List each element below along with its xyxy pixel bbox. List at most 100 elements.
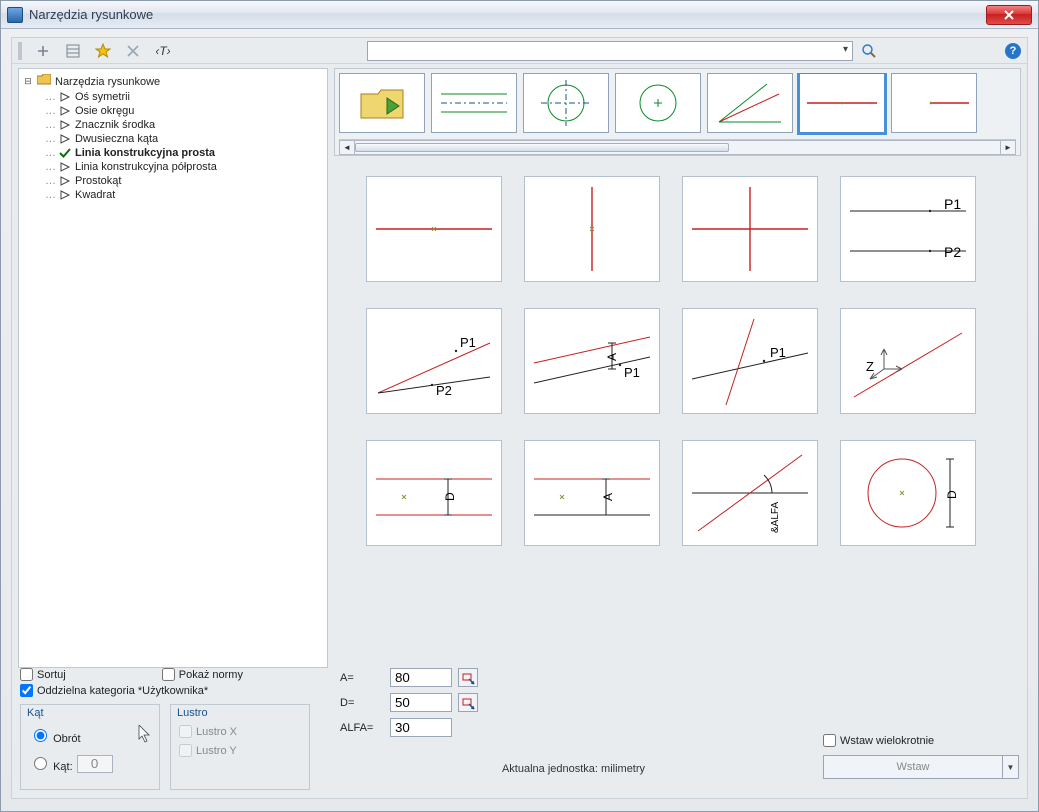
thumb-bisector[interactable] — [707, 73, 793, 133]
add-button[interactable] — [34, 42, 52, 60]
tree-item[interactable]: …Linia konstrukcyjna półprosta — [21, 160, 325, 174]
help-button[interactable]: ? — [1005, 43, 1021, 59]
variant-z-coord[interactable]: Z — [840, 308, 976, 414]
tree-item[interactable]: … Prostokąt — [21, 174, 325, 188]
scroll-right[interactable]: ► — [1000, 140, 1016, 155]
variant-alfa-angle[interactable]: &ALFA — [682, 440, 818, 546]
thumb-circle-axes[interactable] — [523, 73, 609, 133]
delete-button[interactable] — [124, 42, 142, 60]
tree-item[interactable]: …Linia konstrukcyjna prosta — [21, 146, 325, 160]
mirror-x-checkbox[interactable]: Lustro X — [179, 725, 301, 738]
tree-item[interactable]: …Kwadrat — [21, 188, 325, 202]
svg-text:P2: P2 — [436, 383, 452, 398]
rotate-radio[interactable]: Obrót — [29, 726, 81, 745]
bottom-panel: Sortuj Pokaż normy Oddzielna kategoria *… — [12, 668, 1027, 798]
thumb-half-line[interactable] — [891, 73, 977, 133]
angle-legend: Kąt — [27, 707, 151, 719]
tree-root[interactable]: ⊟ Narzędzia rysunkowe — [21, 73, 325, 90]
param-a-input[interactable] — [390, 668, 452, 687]
variant-two-parallel[interactable]: P1 P2 — [840, 176, 976, 282]
variant-angle-two-points[interactable]: P1 P2 — [366, 308, 502, 414]
triangle-icon — [59, 175, 71, 187]
variant-grid: P1 P2 P1 P2 — [366, 176, 989, 546]
thumb-center-marker[interactable] — [615, 73, 701, 133]
scroll-left[interactable]: ◄ — [339, 140, 355, 155]
thumb-up-folder[interactable] — [339, 73, 425, 133]
tree-panel[interactable]: ⊟ Narzędzia rysunkowe … Oś symetrii … Osie … — [18, 68, 328, 668]
scroll-track[interactable] — [355, 140, 1000, 155]
angle-input[interactable] — [77, 755, 113, 773]
thumb-construction-line[interactable] — [799, 73, 885, 133]
param-alfa-input[interactable] — [390, 718, 452, 737]
left-options: Sortuj Pokaż normy Oddzielna kategoria *… — [20, 668, 324, 790]
check-icon — [59, 147, 71, 159]
param-d-input[interactable] — [390, 693, 452, 712]
variant-horizontal[interactable] — [366, 176, 502, 282]
window-title: Narzędzia rysunkowe — [29, 7, 986, 22]
toolbar: ‹T› ? — [12, 38, 1027, 64]
tree-dots: … — [45, 91, 55, 103]
variant-cross[interactable] — [682, 176, 818, 282]
user-category-checkbox[interactable]: Oddzielna kategoria *Użytkownika* — [20, 684, 208, 697]
insert-dropdown[interactable]: ▼ — [1003, 755, 1019, 779]
svg-text:P1: P1 — [460, 335, 476, 350]
mirror-legend: Lustro — [177, 707, 301, 719]
tree-item-label: Kwadrat — [75, 189, 115, 201]
param-alfa-row: ALFA= — [340, 718, 807, 737]
close-button[interactable] — [986, 5, 1032, 25]
tree-dots: … — [45, 175, 55, 187]
param-panel: A= D= ALFA= Aktualna jed — [340, 668, 807, 790]
tree-item[interactable]: …Dwusieczna kąta — [21, 132, 325, 146]
insert-multi-checkbox[interactable]: Wstaw wielokrotnie — [823, 734, 1019, 747]
scroll-thumb[interactable] — [355, 143, 729, 152]
tree-item-label: Osie okręgu — [75, 105, 134, 117]
svg-text:P2: P2 — [944, 244, 961, 260]
tree-dots: … — [45, 105, 55, 117]
svg-text:A: A — [601, 493, 615, 501]
variant-circle-d[interactable]: D — [840, 440, 976, 546]
svg-text:D: D — [945, 490, 959, 499]
search-combo[interactable] — [367, 41, 853, 61]
thumb-axis[interactable] — [431, 73, 517, 133]
svg-text:P1: P1 — [770, 345, 786, 360]
param-d-picker[interactable] — [458, 693, 478, 712]
variant-d-dimension[interactable]: D — [366, 440, 502, 546]
tree-item[interactable]: … Oś symetrii — [21, 90, 325, 104]
variant-a-dimension[interactable]: A — [524, 440, 660, 546]
main-content: ⊟ Narzędzia rysunkowe … Oś symetrii … Osie … — [12, 64, 1027, 668]
tree-item[interactable]: …Znacznik środka — [21, 118, 325, 132]
text-tool-button[interactable]: ‹T› — [154, 42, 172, 60]
triangle-icon — [59, 161, 71, 173]
search-icon[interactable] — [861, 43, 877, 59]
variant-perpendicular-p1[interactable]: P1 — [682, 308, 818, 414]
preview-panel: ◄ ► — [334, 68, 1021, 668]
svg-text:D: D — [443, 492, 457, 501]
svg-text:P1: P1 — [624, 365, 640, 380]
tree-item[interactable]: … Osie okręgu — [21, 104, 325, 118]
tree-item-label: Oś symetrii — [75, 91, 130, 103]
variant-vertical[interactable] — [524, 176, 660, 282]
svg-text:A: A — [605, 353, 619, 361]
tree-item-label: Linia konstrukcyjna prosta — [75, 147, 215, 159]
thumbnail-strip: ◄ ► — [334, 68, 1021, 156]
sort-checkbox[interactable]: Sortuj — [20, 668, 66, 681]
triangle-icon — [59, 91, 71, 103]
show-norms-checkbox[interactable]: Pokaż normy — [162, 668, 243, 681]
variant-grid-area: P1 P2 P1 P2 — [334, 156, 1021, 668]
tree-item-label: Prostokąt — [75, 175, 121, 187]
tree-dots: … — [45, 119, 55, 131]
param-a-row: A= — [340, 668, 807, 687]
app-icon — [7, 7, 23, 23]
collapse-icon[interactable]: ⊟ — [23, 76, 33, 87]
angle-radio[interactable]: Kąt: — [29, 754, 73, 773]
triangle-icon — [59, 119, 71, 131]
mirror-y-checkbox[interactable]: Lustro Y — [179, 744, 301, 757]
variant-offset-a[interactable]: A P1 — [524, 308, 660, 414]
tree-dots: … — [45, 133, 55, 145]
thumb-scrollbar[interactable]: ◄ ► — [339, 139, 1016, 155]
svg-text:P1: P1 — [944, 196, 961, 212]
list-button[interactable] — [64, 42, 82, 60]
insert-button[interactable]: Wstaw — [823, 755, 1003, 779]
favorite-button[interactable] — [94, 42, 112, 60]
param-a-picker[interactable] — [458, 668, 478, 687]
